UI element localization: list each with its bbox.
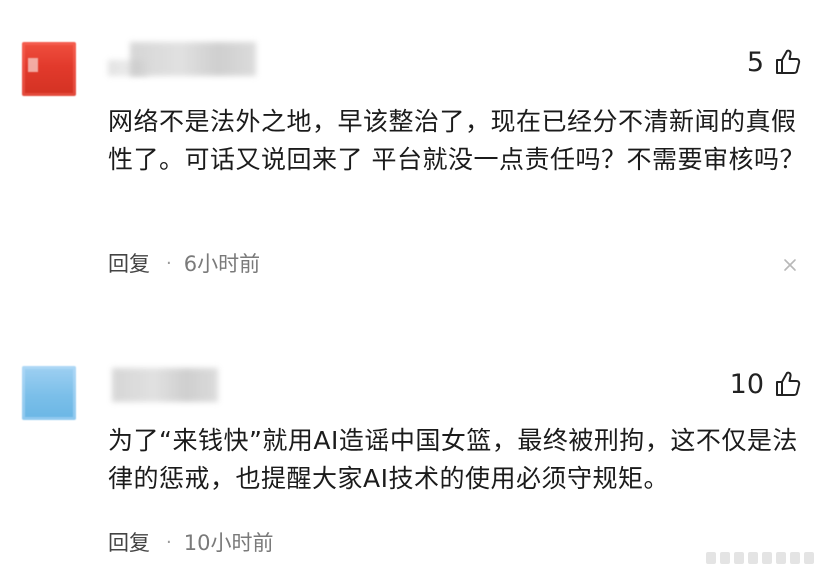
comment-text: 网络不是法外之地，早该整治了，现在已经分不清新闻的真假性了。可话又说回来了 平台… bbox=[108, 107, 805, 174]
close-icon[interactable] bbox=[782, 257, 798, 273]
watermark-graphic bbox=[706, 552, 814, 564]
username-redacted bbox=[112, 368, 218, 402]
username-redacted bbox=[130, 42, 256, 76]
reply-button[interactable]: 回复 bbox=[108, 527, 150, 557]
avatar[interactable] bbox=[22, 366, 76, 420]
like-control[interactable]: 10 bbox=[730, 370, 802, 398]
comment-text: 为了“来钱快”就用AI造谣中国女篮，最终被刑拘，这不仅是法律的惩戒，也提醒大家A… bbox=[108, 426, 798, 493]
timestamp: 10小时前 bbox=[183, 531, 274, 555]
comment-meta: 回复 · 6小时前 bbox=[108, 248, 260, 278]
comment-meta: 回复 · 10小时前 bbox=[108, 527, 273, 557]
like-count: 10 bbox=[729, 368, 764, 400]
timestamp: 6小时前 bbox=[183, 252, 261, 276]
thumbs-up-icon[interactable] bbox=[774, 370, 802, 398]
avatar[interactable] bbox=[22, 42, 76, 96]
reply-button[interactable]: 回复 bbox=[108, 248, 150, 278]
meta-separator: · bbox=[166, 252, 172, 274]
comment-item: 10 为了“来钱快”就用AI造谣中国女篮，最终被刑拘，这不仅是法律的惩戒，也提醒… bbox=[0, 330, 836, 578]
like-control[interactable]: 5 bbox=[747, 48, 802, 76]
thumbs-up-icon[interactable] bbox=[774, 48, 802, 76]
like-count: 5 bbox=[746, 46, 764, 78]
username-redacted-secondary bbox=[108, 60, 148, 76]
comment-list: 5 网络不是法外之地，早该整治了，现在已经分不清新闻的真假性了。可话又说回来了 … bbox=[0, 0, 836, 578]
comment-item: 5 网络不是法外之地，早该整治了，现在已经分不清新闻的真假性了。可话又说回来了 … bbox=[0, 0, 836, 330]
meta-separator: · bbox=[166, 531, 172, 553]
